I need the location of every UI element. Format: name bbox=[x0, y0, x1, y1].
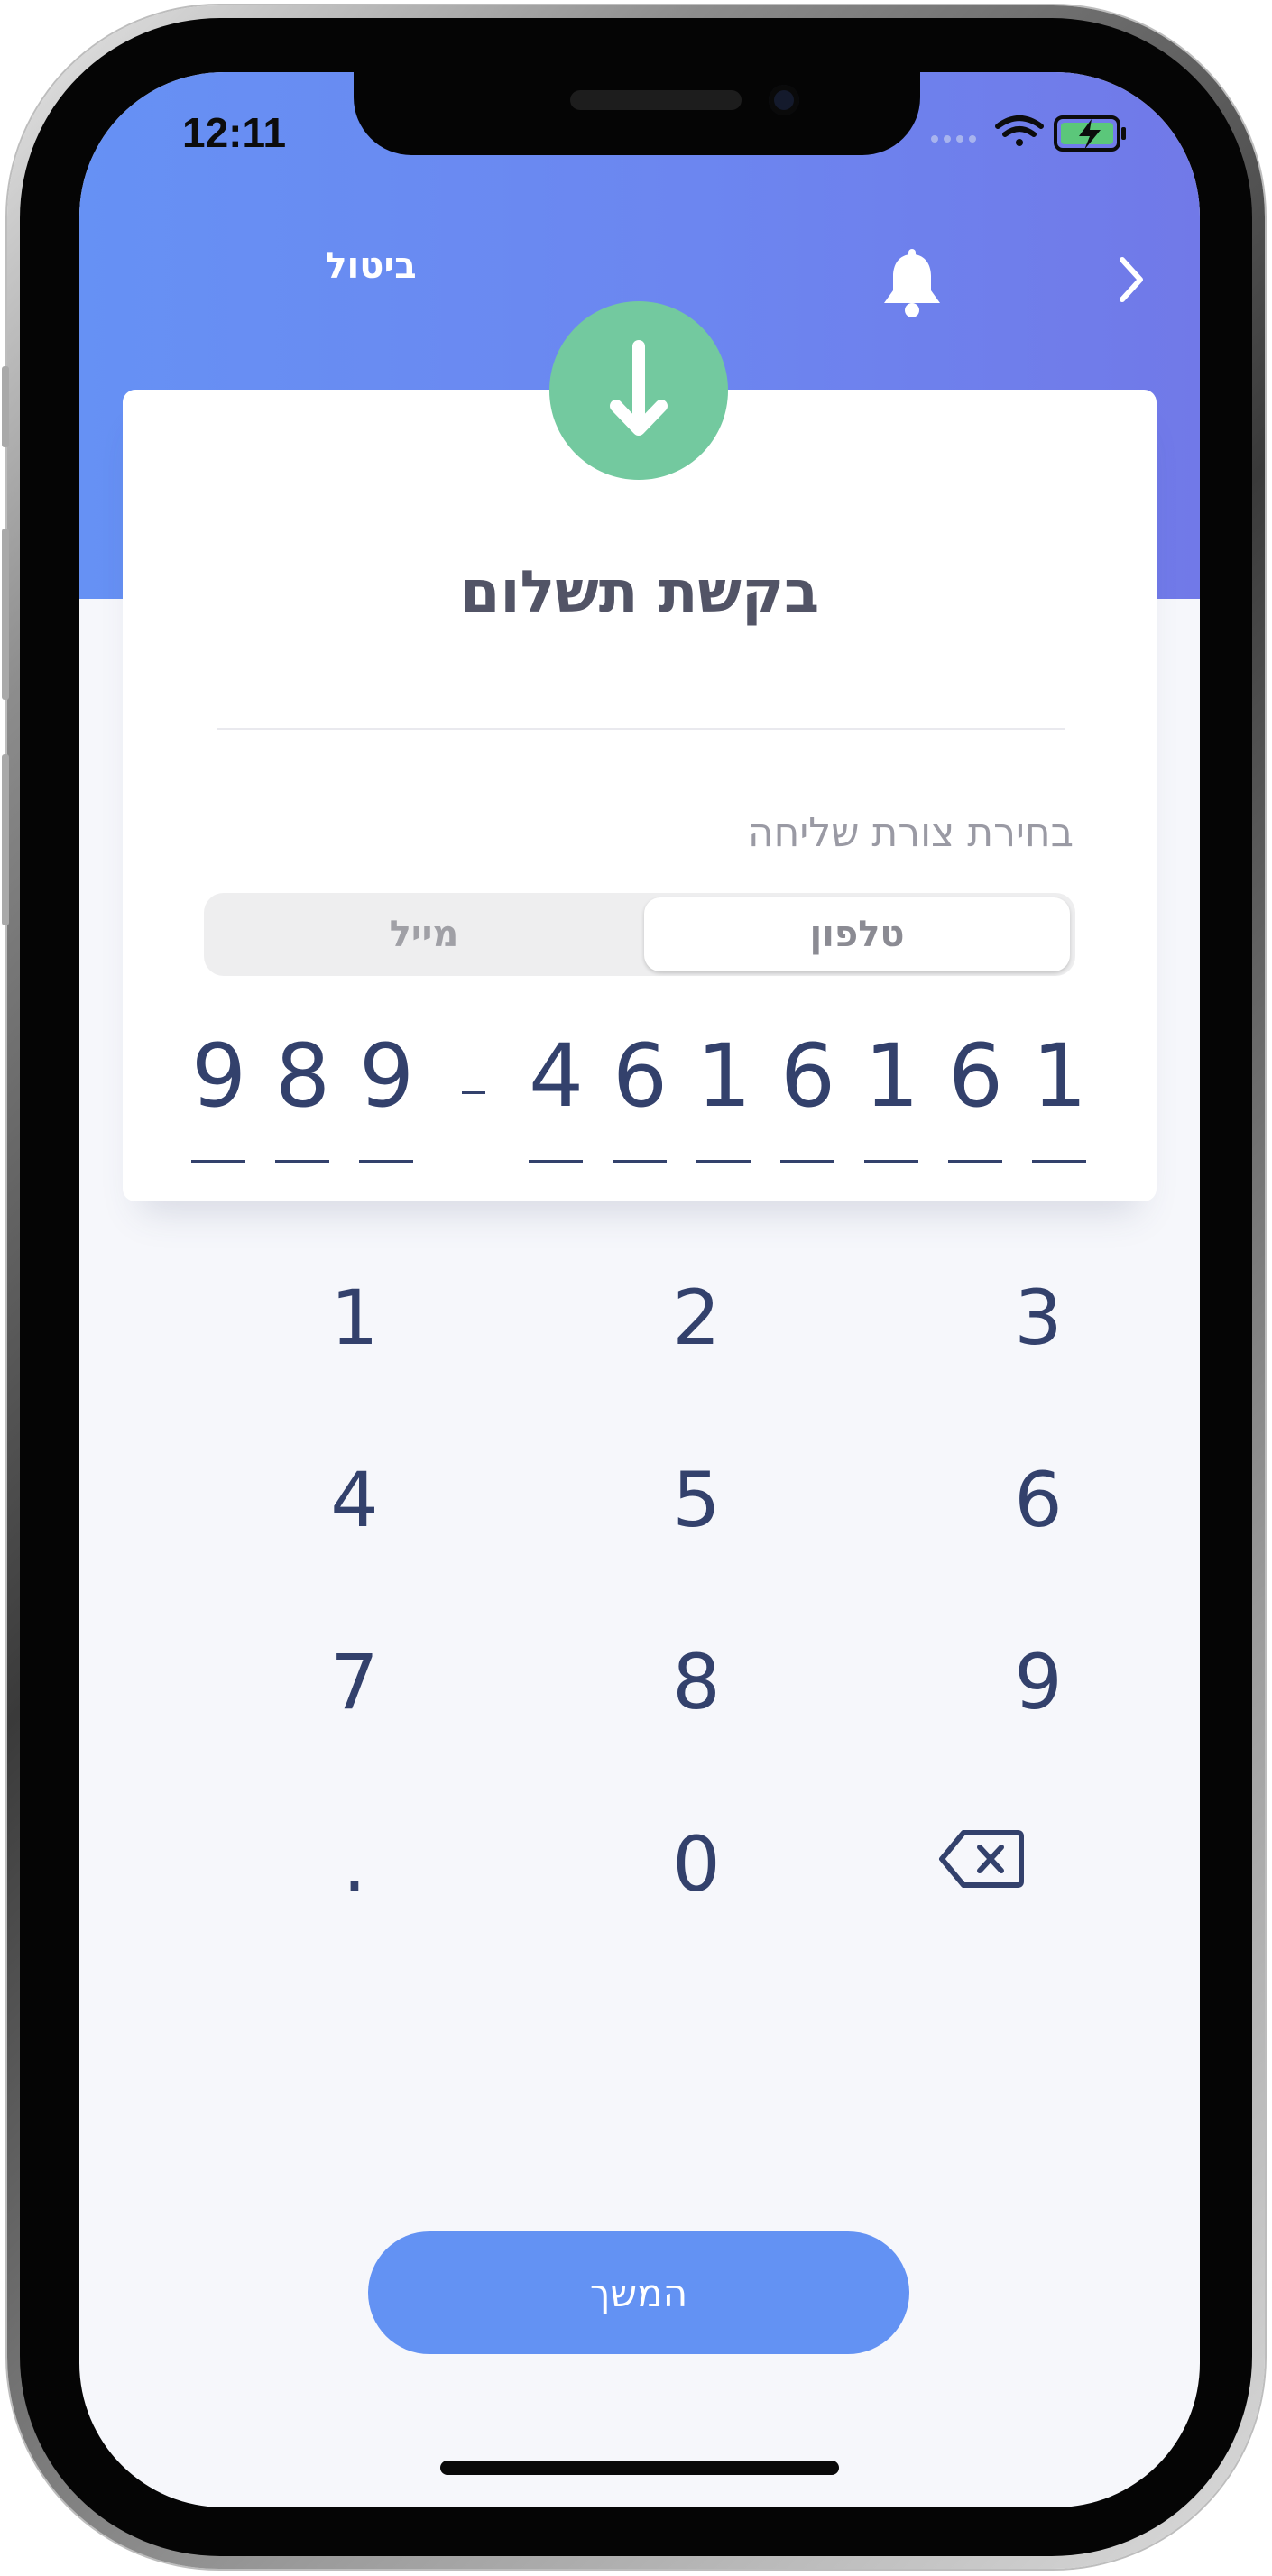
digit-underline bbox=[191, 1160, 245, 1163]
phone-digit: 8 bbox=[275, 1026, 331, 1127]
keypad-key-7[interactable]: 7 bbox=[219, 1615, 490, 1750]
keypad-key-0[interactable]: 0 bbox=[561, 1797, 832, 1932]
keypad-key-1[interactable]: 1 bbox=[219, 1250, 490, 1385]
status-time: 12:11 bbox=[182, 109, 287, 156]
phone-digit: 6 bbox=[948, 1026, 1004, 1127]
earpiece-speaker bbox=[570, 90, 742, 110]
keypad-key-8[interactable]: 8 bbox=[561, 1615, 832, 1750]
front-camera bbox=[769, 85, 799, 115]
keypad-key-5[interactable]: 5 bbox=[561, 1432, 832, 1568]
phone-digit: 1 bbox=[696, 1026, 752, 1127]
send-method-label: בחירת צורת שליחה bbox=[747, 810, 1074, 856]
digit-underline bbox=[529, 1160, 583, 1163]
chevron-right-icon[interactable] bbox=[1113, 253, 1149, 307]
status-icons bbox=[929, 112, 1146, 157]
notch bbox=[354, 72, 920, 155]
digit-underline bbox=[780, 1160, 834, 1163]
phone-digit: 1 bbox=[1032, 1026, 1088, 1127]
cancel-button[interactable]: ביטול bbox=[303, 245, 438, 287]
phone-digit: 6 bbox=[780, 1026, 836, 1127]
keypad-key-2[interactable]: 2 bbox=[561, 1250, 832, 1385]
keypad-key-4[interactable]: 4 bbox=[219, 1432, 490, 1568]
continue-button[interactable]: המשך bbox=[368, 2231, 909, 2354]
silent-switch bbox=[2, 366, 9, 447]
digit-underline bbox=[613, 1160, 667, 1163]
home-indicator[interactable] bbox=[440, 2461, 839, 2475]
digit-underline bbox=[359, 1160, 413, 1163]
phone-separator bbox=[462, 1091, 485, 1094]
phone-digit: 6 bbox=[613, 1026, 668, 1127]
page-title: בקשת תשלום bbox=[459, 559, 820, 626]
phone-digit: 1 bbox=[864, 1026, 920, 1127]
phone-digit: 9 bbox=[359, 1026, 415, 1127]
phone-digit: 4 bbox=[529, 1026, 585, 1127]
keypad-key-6[interactable]: 6 bbox=[903, 1432, 1174, 1568]
digit-underline bbox=[948, 1160, 1002, 1163]
send-method-segmented-control: מייל טלפון bbox=[204, 893, 1075, 976]
phone-digit: 9 bbox=[191, 1026, 247, 1127]
digit-underline bbox=[275, 1160, 329, 1163]
download-arrow-badge bbox=[549, 301, 728, 480]
app-screen: 12:11 ביטול בקשת תשלום בחירת צורת שליחה … bbox=[79, 72, 1200, 2507]
wifi-icon bbox=[995, 115, 1044, 146]
segment-email[interactable]: מייל bbox=[204, 893, 644, 976]
volume-up-button bbox=[2, 529, 9, 700]
keypad-key-decimal[interactable]: . bbox=[219, 1797, 490, 1932]
title-divider bbox=[217, 728, 1065, 730]
backspace-icon[interactable] bbox=[938, 1827, 1025, 1891]
digit-underline bbox=[696, 1160, 751, 1163]
keypad-key-3[interactable]: 3 bbox=[903, 1250, 1174, 1385]
signal-dots-icon bbox=[931, 135, 976, 143]
volume-down-button bbox=[2, 754, 9, 925]
download-arrow-icon bbox=[610, 340, 668, 436]
keypad-key-9[interactable]: 9 bbox=[903, 1615, 1174, 1750]
battery-charging-icon bbox=[1054, 115, 1126, 152]
digit-underline bbox=[864, 1160, 918, 1163]
bell-icon[interactable] bbox=[880, 249, 944, 319]
digit-underline bbox=[1032, 1160, 1086, 1163]
segment-phone[interactable]: טלפון bbox=[644, 897, 1070, 971]
